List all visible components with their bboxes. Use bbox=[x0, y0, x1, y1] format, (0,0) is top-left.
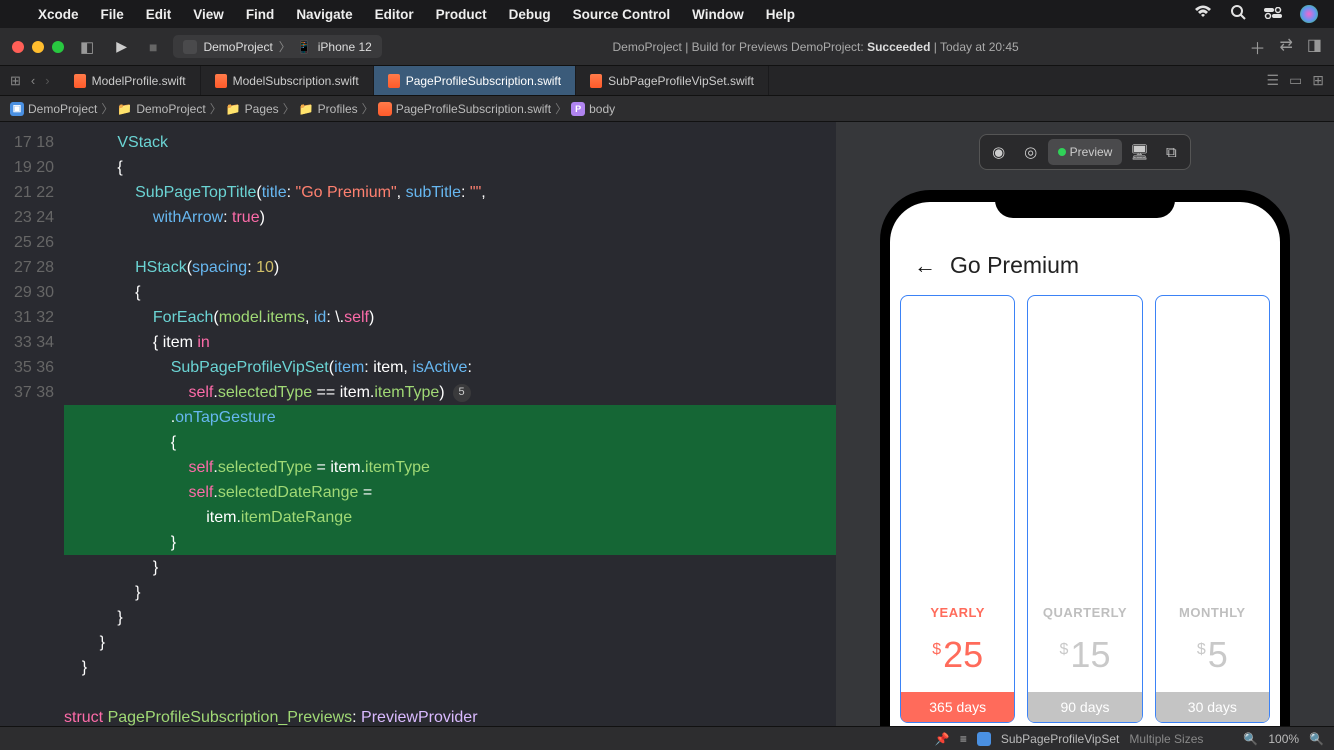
code-review-icon[interactable]: ⇄ bbox=[1279, 35, 1292, 59]
xcode-toolbar: ◧ ▶ ■ DemoProject 〉 📱 iPhone 12 DemoProj… bbox=[0, 28, 1334, 66]
pin-icon[interactable]: 📌 bbox=[935, 732, 950, 746]
menu-file[interactable]: File bbox=[101, 7, 124, 22]
property-icon: P bbox=[571, 102, 585, 116]
line-gutter: 17 18 19 20 21 22 23 24 25 26 27 28 29 3… bbox=[0, 122, 64, 726]
canvas-statusbar: 📌 ≡ SubPageProfileVipSet Multiple Sizes … bbox=[0, 726, 1334, 750]
inspector-toggle-icon[interactable]: ◨ bbox=[1307, 35, 1322, 59]
tab-model-subscription[interactable]: ModelSubscription.swift bbox=[201, 66, 374, 95]
macos-menubar: Xcode File Edit View Find Navigate Edito… bbox=[0, 0, 1334, 28]
menu-source-control[interactable]: Source Control bbox=[573, 7, 671, 22]
siri-icon[interactable] bbox=[1300, 5, 1318, 23]
code-editor[interactable]: 17 18 19 20 21 22 23 24 25 26 27 28 29 3… bbox=[0, 122, 836, 726]
menu-find[interactable]: Find bbox=[246, 7, 275, 22]
folder-icon: 📁 bbox=[226, 102, 241, 116]
preview-toolbar: ◉ ◎ Preview 🖥 ⧉ bbox=[979, 134, 1192, 170]
project-icon: ▣ bbox=[10, 102, 24, 116]
zoom-in-icon[interactable]: 🔍 bbox=[1309, 732, 1324, 746]
scheme-device-label: iPhone 12 bbox=[318, 40, 372, 54]
preview-screen[interactable]: ← Go Premium YEARLY $25 365 days QUARTER… bbox=[890, 202, 1280, 726]
minimize-window-button[interactable] bbox=[32, 41, 44, 53]
zoom-level[interactable]: 100% bbox=[1268, 732, 1299, 746]
menu-product[interactable]: Product bbox=[436, 7, 487, 22]
list-icon[interactable]: ≡ bbox=[960, 732, 967, 746]
menu-help[interactable]: Help bbox=[766, 7, 795, 22]
scheme-app-icon bbox=[183, 40, 197, 54]
preview-variants-icon[interactable]: ◎ bbox=[1016, 139, 1046, 165]
status-sizes-label: Multiple Sizes bbox=[1129, 732, 1203, 746]
preview-device-icon[interactable]: 🖥 bbox=[1124, 139, 1154, 165]
scheme-selector[interactable]: DemoProject 〉 📱 iPhone 12 bbox=[173, 35, 381, 58]
spotlight-icon[interactable] bbox=[1230, 4, 1246, 24]
folder-icon: 📁 bbox=[117, 102, 132, 116]
swift-file-icon bbox=[74, 74, 86, 88]
window-controls bbox=[12, 41, 64, 53]
swift-file-icon bbox=[378, 102, 392, 116]
close-window-button[interactable] bbox=[12, 41, 24, 53]
menu-edit[interactable]: Edit bbox=[146, 7, 172, 22]
scheme-project-label: DemoProject bbox=[203, 40, 272, 54]
nav-forward-icon[interactable]: › bbox=[45, 73, 49, 88]
preview-play-icon[interactable]: ◉ bbox=[984, 139, 1014, 165]
pricing-card-quarterly[interactable]: QUARTERLY $15 90 days bbox=[1027, 295, 1142, 723]
phone-notch bbox=[995, 190, 1175, 218]
code-content[interactable]: VStack { SubPageTopTitle(title: "Go Prem… bbox=[64, 122, 836, 726]
build-status: DemoProject | Build for Previews DemoPro… bbox=[392, 40, 1240, 54]
tab-subpage-profile-vipset[interactable]: SubPageProfileVipSet.swift bbox=[576, 66, 769, 95]
navigator-toggle-icon[interactable]: ◧ bbox=[74, 38, 100, 56]
nav-back-icon[interactable]: ‹ bbox=[31, 73, 35, 88]
add-editor-icon[interactable]: ⊞ bbox=[1312, 72, 1324, 89]
zoom-out-icon[interactable]: 🔍 bbox=[1243, 732, 1258, 746]
back-arrow-icon[interactable]: ← bbox=[914, 253, 936, 279]
editor-tabbar: ⊞ ‹ › ModelProfile.swift ModelSubscripti… bbox=[0, 66, 1334, 96]
stop-button[interactable]: ■ bbox=[143, 39, 163, 55]
menu-view[interactable]: View bbox=[193, 7, 224, 22]
page-title: Go Premium bbox=[950, 252, 1079, 279]
related-items-icon[interactable]: ⊞ bbox=[10, 73, 21, 89]
pricing-card-monthly[interactable]: MONTHLY $5 30 days bbox=[1155, 295, 1270, 723]
folder-icon: 📁 bbox=[299, 102, 314, 116]
minimap-icon[interactable]: ☰ bbox=[1266, 72, 1279, 89]
menu-navigate[interactable]: Navigate bbox=[296, 7, 352, 22]
add-icon[interactable]: ＋ bbox=[1249, 35, 1265, 59]
swift-file-icon bbox=[590, 74, 602, 88]
preview-duplicate-icon[interactable]: ⧉ bbox=[1156, 139, 1186, 165]
control-center-icon[interactable] bbox=[1264, 6, 1282, 23]
jump-bar[interactable]: ▣ DemoProject〉 📁 DemoProject〉 📁 Pages〉 📁… bbox=[0, 96, 1334, 122]
preview-canvas: ◉ ◎ Preview 🖥 ⧉ ← Go Premium YEARLY $25 … bbox=[836, 122, 1334, 726]
maximize-window-button[interactable] bbox=[52, 41, 64, 53]
tab-model-profile[interactable]: ModelProfile.swift bbox=[60, 66, 201, 95]
menubar-app[interactable]: Xcode bbox=[38, 7, 79, 22]
menu-editor[interactable]: Editor bbox=[375, 7, 414, 22]
preview-live-button[interactable]: Preview bbox=[1048, 139, 1123, 165]
menu-debug[interactable]: Debug bbox=[509, 7, 551, 22]
pricing-card-yearly[interactable]: YEARLY $25 365 days bbox=[900, 295, 1015, 723]
wifi-icon[interactable] bbox=[1194, 5, 1212, 23]
tab-page-profile-subscription[interactable]: PageProfileSubscription.swift bbox=[374, 66, 576, 95]
status-file-label[interactable]: SubPageProfileVipSet bbox=[1001, 732, 1120, 746]
menu-window[interactable]: Window bbox=[692, 7, 744, 22]
issue-badge[interactable]: 5 bbox=[453, 384, 471, 402]
preview-phone-frame: ← Go Premium YEARLY $25 365 days QUARTER… bbox=[880, 190, 1290, 726]
swift-file-icon bbox=[977, 732, 991, 746]
swift-file-icon bbox=[388, 74, 400, 88]
swift-file-icon bbox=[215, 74, 227, 88]
adjust-editor-icon[interactable]: ▭ bbox=[1289, 72, 1302, 89]
run-button[interactable]: ▶ bbox=[110, 38, 133, 55]
